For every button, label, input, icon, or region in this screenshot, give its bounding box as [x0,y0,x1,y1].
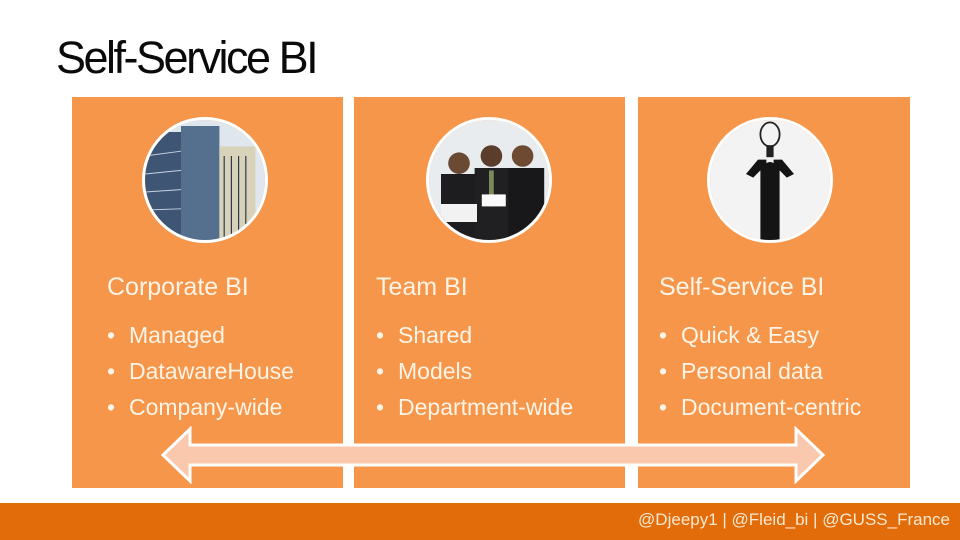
list-item: • Company-wide [107,389,294,425]
bullet-icon: • [376,358,385,384]
panel-heading: Self-Service BI [659,273,825,301]
bullet-icon: • [659,394,668,420]
bullet-icon: • [659,322,668,348]
office-building-photo [142,117,268,243]
list-item: • Document-centric [659,389,861,425]
panel-heading: Team BI [376,273,468,301]
bullet-list: • Shared • Models • Department-wide [376,317,573,425]
bullet-icon: • [659,358,668,384]
business-team-meeting-photo [426,117,552,243]
bullet-icon: • [107,358,116,384]
list-item: • DatawareHouse [107,353,294,389]
panel-heading: Corporate BI [107,273,249,301]
list-item: • Shared [376,317,573,353]
slide-title: Self-Service BI [56,32,319,83]
list-item: • Models [376,353,573,389]
list-item: • Managed [107,317,294,353]
person-holding-lightbulb-photo [707,117,833,243]
bullet-list: • Quick & Easy • Personal data • Document-c… [659,317,861,425]
list-item: • Quick & Easy [659,317,861,353]
arrow-shape [160,426,826,484]
bullet-icon: • [107,394,116,420]
list-item: • Department-wide [376,389,573,425]
footer-credits: @Djeepy1 | @Fleid_bi | @GUSS_France [638,510,950,529]
footer-bar: @Djeepy1 | @Fleid_bi | @GUSS_France [0,503,960,540]
bullet-icon: • [376,322,385,348]
bullet-icon: • [107,322,116,348]
bullet-list: • Managed • DatawareHouse • Company-wide [107,317,294,425]
double-arrow-icon [160,426,826,484]
bullet-icon: • [376,394,385,420]
list-item: • Personal data [659,353,861,389]
